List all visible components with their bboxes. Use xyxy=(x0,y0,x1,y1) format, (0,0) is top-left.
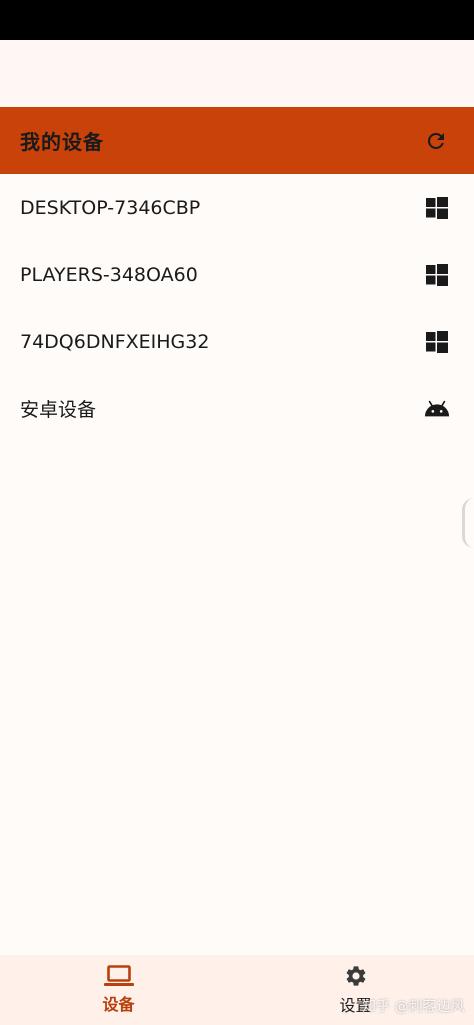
gear-icon xyxy=(346,966,365,986)
device-item[interactable]: 74DQ6DNFXEIHG32 xyxy=(0,308,474,375)
page-title: 我的设备 xyxy=(20,130,104,154)
device-name: DESKTOP-7346CBP xyxy=(20,196,201,219)
android-icon xyxy=(424,396,450,422)
device-name: 安卓设备 xyxy=(20,399,97,421)
app-bar: 我的设备 xyxy=(0,107,474,174)
top-spacer xyxy=(0,40,474,107)
status-bar xyxy=(0,0,474,40)
windows-icon xyxy=(424,195,450,221)
nav-label: 设备 xyxy=(102,995,135,1014)
device-name: 74DQ6DNFXEIHG32 xyxy=(20,330,210,353)
nav-item-devices[interactable]: 设备 xyxy=(0,955,237,1025)
edge-panel-handle[interactable] xyxy=(462,498,474,548)
windows-icon xyxy=(424,262,450,288)
refresh-button[interactable] xyxy=(420,125,452,157)
device-item[interactable]: PLAYERS-348OA60 xyxy=(0,241,474,308)
laptop-icon xyxy=(103,965,134,986)
windows-icon xyxy=(424,329,450,355)
device-list: DESKTOP-7346CBP PLAYERS-348OA60 74DQ6DNF… xyxy=(0,174,474,442)
device-item[interactable]: 安卓设备 xyxy=(0,375,474,442)
refresh-icon xyxy=(427,132,444,149)
watermark: 知乎 @刺客边风 xyxy=(362,999,465,1015)
device-item[interactable]: DESKTOP-7346CBP xyxy=(0,174,474,241)
device-name: PLAYERS-348OA60 xyxy=(20,263,198,286)
